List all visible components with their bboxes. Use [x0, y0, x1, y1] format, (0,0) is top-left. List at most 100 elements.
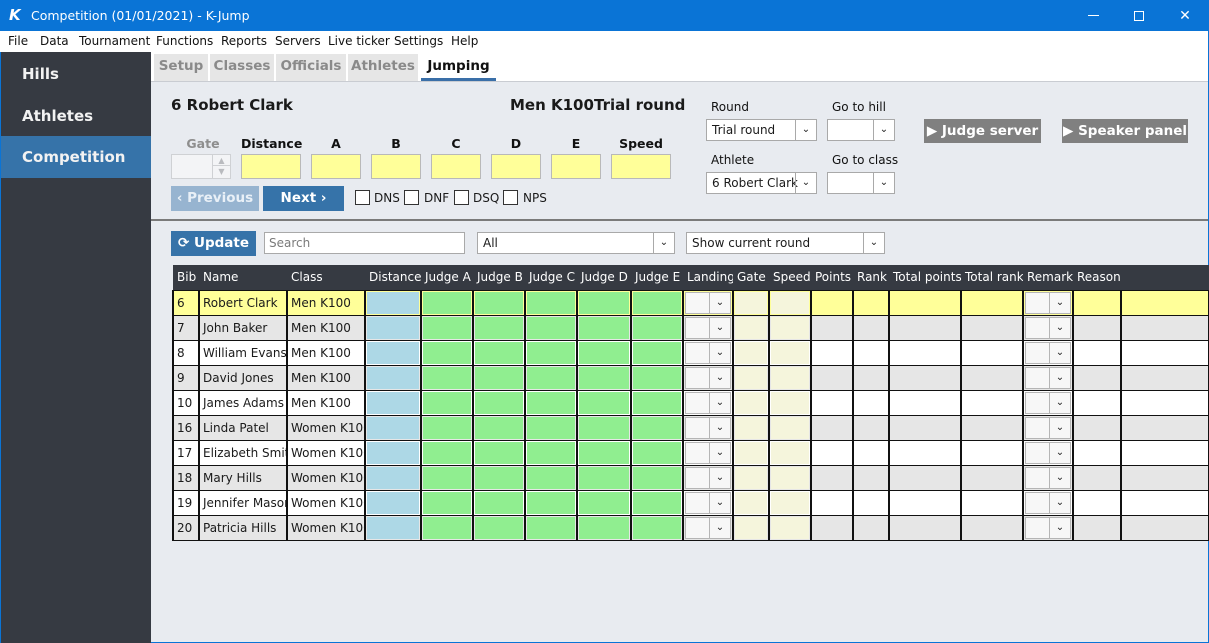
column-header-remark[interactable]: Remark [1023, 265, 1073, 290]
remark-select[interactable]: ⌄ [1025, 441, 1071, 464]
cell-judge-e[interactable] [630, 439, 684, 466]
cell-distance[interactable] [364, 439, 422, 466]
judge-b-cell-input[interactable] [475, 391, 523, 414]
judge-e-input[interactable] [551, 154, 601, 179]
landing-select[interactable]: ⌄ [685, 466, 731, 489]
judge-b-cell-input[interactable] [475, 441, 523, 464]
speed-input[interactable] [611, 154, 671, 179]
close-button[interactable]: ✕ [1162, 0, 1208, 31]
cell-bib[interactable]: 10 [172, 389, 200, 416]
cell-total-rank[interactable] [960, 289, 1024, 316]
cell-class[interactable]: Women K100 [286, 489, 366, 516]
judge-c-cell-input[interactable] [527, 516, 575, 539]
gate-cell-input[interactable] [735, 391, 767, 414]
cell-landing[interactable]: ⌄ [682, 439, 734, 466]
cell-points[interactable] [810, 439, 854, 466]
judge-c-cell-input[interactable] [527, 466, 575, 489]
cell-judge-d[interactable] [576, 339, 632, 366]
cell-total-rank[interactable] [960, 414, 1024, 441]
cell-reason[interactable] [1072, 289, 1122, 316]
cell-judge-a[interactable] [420, 289, 474, 316]
judge-a-cell-input[interactable] [423, 366, 471, 389]
cell-remark[interactable]: ⌄ [1022, 489, 1074, 516]
judge-a-cell-input[interactable] [423, 466, 471, 489]
menu-servers[interactable]: Servers [275, 34, 321, 48]
cell-judge-c[interactable] [524, 414, 578, 441]
remark-select[interactable]: ⌄ [1025, 316, 1071, 339]
column-header-gate[interactable]: Gate [733, 265, 769, 290]
cell-distance[interactable] [364, 289, 422, 316]
cell-landing[interactable]: ⌄ [682, 514, 734, 541]
distance-cell-input[interactable] [367, 466, 419, 489]
gate-cell-input[interactable] [735, 316, 767, 339]
landing-select[interactable]: ⌄ [685, 341, 731, 364]
remark-select[interactable]: ⌄ [1025, 291, 1071, 314]
table-row[interactable]: 18 Mary Hills Women K100 ⌄ ⌄ [172, 464, 1209, 491]
menu-live-ticker[interactable]: Live ticker [328, 34, 390, 48]
cell-distance[interactable] [364, 514, 422, 541]
gate-cell-input[interactable] [735, 341, 767, 364]
column-header-judge-c[interactable]: Judge C [525, 265, 577, 290]
cell-points[interactable] [810, 314, 854, 341]
speed-cell-input[interactable] [771, 366, 809, 389]
judge-a-cell-input[interactable] [423, 441, 471, 464]
cell-judge-a[interactable] [420, 439, 474, 466]
cell-distance[interactable] [364, 414, 422, 441]
cell-class[interactable]: Men K100 [286, 314, 366, 341]
speed-cell-input[interactable] [771, 441, 809, 464]
judge-b-input[interactable] [371, 154, 421, 179]
judge-b-cell-input[interactable] [475, 316, 523, 339]
column-header-judge-a[interactable]: Judge A [421, 265, 473, 290]
cell-remark[interactable]: ⌄ [1022, 314, 1074, 341]
cell-judge-e[interactable] [630, 514, 684, 541]
cell-judge-d[interactable] [576, 314, 632, 341]
speed-cell-input[interactable] [771, 466, 809, 489]
cell-name[interactable]: John Baker [198, 314, 288, 341]
cell-speed[interactable] [768, 514, 812, 541]
cell-reason[interactable] [1072, 389, 1122, 416]
cell-class[interactable]: Men K100 [286, 364, 366, 391]
cell-gate[interactable] [732, 464, 770, 491]
remark-select[interactable]: ⌄ [1025, 416, 1071, 439]
cell-remark[interactable]: ⌄ [1022, 414, 1074, 441]
cell-total-points[interactable] [888, 514, 962, 541]
judge-c-cell-input[interactable] [527, 366, 575, 389]
cell-class[interactable]: Women K100 [286, 414, 366, 441]
cell-reason[interactable] [1072, 464, 1122, 491]
cell-remark[interactable]: ⌄ [1022, 439, 1074, 466]
judge-d-cell-input[interactable] [579, 316, 629, 339]
judge-d-cell-input[interactable] [579, 366, 629, 389]
cell-rank[interactable] [852, 514, 890, 541]
cell-gate[interactable] [732, 364, 770, 391]
menu-reports[interactable]: Reports [221, 34, 267, 48]
cell-class[interactable]: Women K100 [286, 439, 366, 466]
judge-c-cell-input[interactable] [527, 341, 575, 364]
distance-cell-input[interactable] [367, 391, 419, 414]
go-to-class-select[interactable]: ⌄ [827, 172, 895, 194]
cell-judge-c[interactable] [524, 314, 578, 341]
speaker-panel-button[interactable]: ▶ Speaker panel [1062, 119, 1188, 143]
cell-points[interactable] [810, 489, 854, 516]
column-header-rank[interactable]: Rank [853, 265, 889, 290]
column-header-judge-b[interactable]: Judge B [473, 265, 525, 290]
cell-reason[interactable] [1072, 514, 1122, 541]
cell-rank[interactable] [852, 439, 890, 466]
cell-judge-d[interactable] [576, 464, 632, 491]
landing-select[interactable]: ⌄ [685, 416, 731, 439]
cell-total-points[interactable] [888, 289, 962, 316]
table-row[interactable]: 7 John Baker Men K100 ⌄ ⌄ [172, 314, 1209, 341]
judge-c-cell-input[interactable] [527, 491, 575, 514]
cell-distance[interactable] [364, 464, 422, 491]
tab-athletes[interactable]: Athletes [348, 54, 418, 81]
tab-setup[interactable]: Setup [154, 54, 208, 81]
cell-speed[interactable] [768, 339, 812, 366]
gate-spinner[interactable]: ▲ ▼ [212, 155, 230, 178]
cell-judge-d[interactable] [576, 389, 632, 416]
cell-bib[interactable]: 19 [172, 489, 200, 516]
cell-reason[interactable] [1072, 414, 1122, 441]
menu-data[interactable]: Data [40, 34, 69, 48]
cell-bib[interactable]: 9 [172, 364, 200, 391]
table-row[interactable]: 9 David Jones Men K100 ⌄ ⌄ [172, 364, 1209, 391]
judge-c-cell-input[interactable] [527, 316, 575, 339]
round-filter-select[interactable]: Show current round ⌄ [686, 232, 885, 254]
